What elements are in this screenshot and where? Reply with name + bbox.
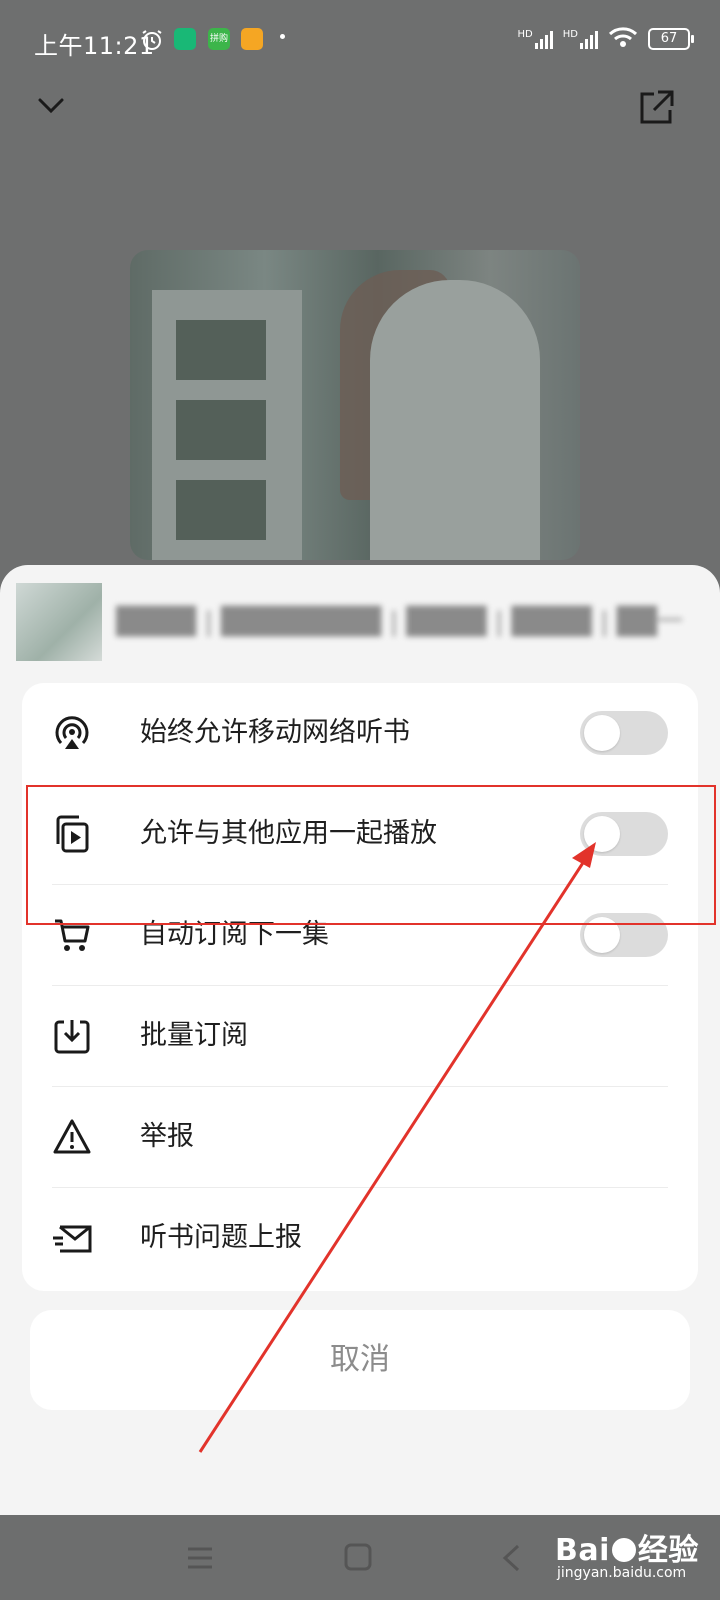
option-label: 始终允许移动网络听书: [140, 717, 410, 748]
wifi-icon: [608, 26, 638, 51]
book-info-row: ████ | ████████ | ████ | ████ | ██一: [16, 583, 706, 663]
signal-hd-label-2: HD: [562, 28, 578, 40]
book-thumbnail: [16, 583, 102, 661]
paw-icon: [611, 1538, 636, 1562]
signal-hd-label: HD: [517, 28, 533, 40]
signal-icon: HD: [518, 29, 553, 49]
download-tray-icon: [52, 1016, 92, 1056]
baidu-jingyan-watermark: Bai 经验 jingyan.baidu.com: [555, 1525, 699, 1581]
option-batch-subscribe[interactable]: 批量订阅: [52, 986, 668, 1087]
mail-send-icon: [52, 1218, 92, 1258]
watermark-brand-b: 经验: [637, 1533, 699, 1568]
menu-nav-icon[interactable]: [186, 1545, 214, 1575]
signal-icon-2: HD: [563, 29, 598, 49]
status-time: 上午11:21: [34, 32, 155, 60]
status-bar: 上午11:21 拼购 HD HD 67: [0, 0, 720, 80]
battery-indicator: 67: [648, 27, 694, 50]
mobile-network-toggle[interactable]: [580, 711, 668, 755]
back-nav-icon[interactable]: [500, 1543, 522, 1577]
more-notifications-icon: [280, 34, 285, 39]
shopping-app-icon: 拼购: [208, 28, 230, 50]
book-title: ████ | ████████ | ████ | ████ | ██一: [116, 607, 684, 637]
option-label: 批量订阅: [140, 1020, 248, 1051]
book-cover-image: [130, 250, 580, 560]
share-icon[interactable]: [636, 88, 676, 132]
option-report[interactable]: 举报: [52, 1087, 668, 1188]
option-label: 举报: [140, 1121, 194, 1152]
notes-app-icon: [241, 28, 263, 50]
options-card: 始终允许移动网络听书 允许与其他应用一起播放 自动订阅下一集 批量订阅 举报 听…: [22, 683, 698, 1291]
watermark-brand-a: Bai: [555, 1533, 610, 1568]
warning-icon: [52, 1117, 92, 1157]
option-label: 听书问题上报: [140, 1222, 302, 1253]
home-nav-icon[interactable]: [344, 1543, 372, 1575]
option-audio-issue-report[interactable]: 听书问题上报: [52, 1188, 668, 1289]
option-mobile-network[interactable]: 始终允许移动网络听书: [52, 683, 668, 784]
highlight-box: [26, 785, 716, 925]
bottom-sheet: ████ | ████████ | ████ | ████ | ██一 始终允许…: [0, 565, 720, 1515]
collapse-chevron-icon[interactable]: [36, 94, 66, 122]
broadcast-icon: [52, 713, 92, 753]
watermark-url: jingyan.baidu.com: [557, 1565, 687, 1581]
cancel-button[interactable]: 取消: [30, 1310, 690, 1410]
alarm-icon: [140, 28, 164, 56]
security-app-icon: [174, 28, 196, 50]
